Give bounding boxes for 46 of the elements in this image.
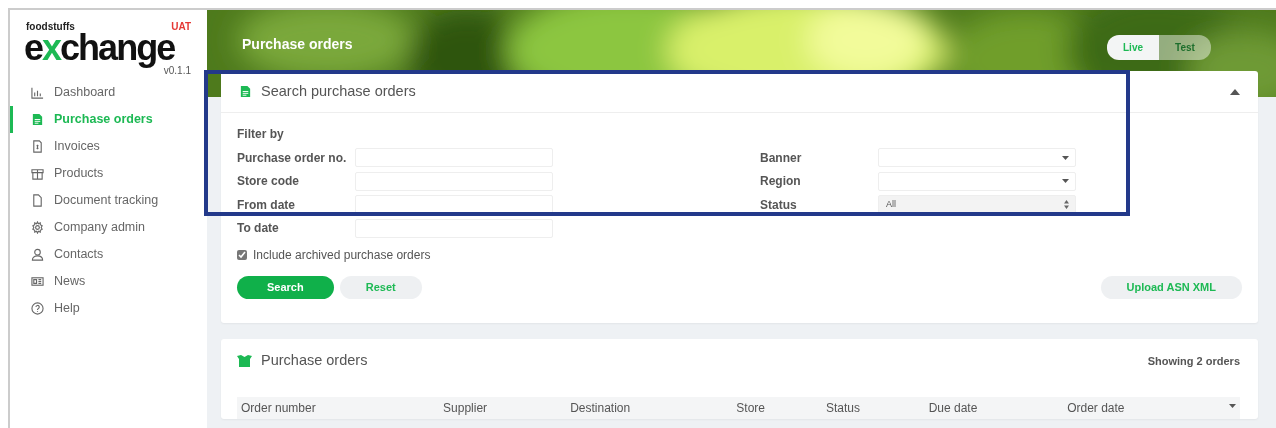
- filter-heading: Filter by: [237, 127, 285, 141]
- field-label: From date: [237, 197, 296, 212]
- field-label: Region: [760, 174, 802, 189]
- person-icon: [31, 248, 44, 261]
- version-label: v0.1.1: [162, 65, 191, 76]
- help-icon: [31, 302, 44, 315]
- field-label: Purchase order no.: [237, 150, 348, 165]
- column-header[interactable]: Supplier: [439, 397, 567, 419]
- environment-label: UAT: [171, 22, 191, 32]
- field-label: Banner: [760, 150, 803, 165]
- panel-title: Purchase orders: [261, 351, 368, 371]
- field-label: Status: [760, 197, 798, 212]
- column-header[interactable]: Order date: [1063, 397, 1240, 419]
- column-header[interactable]: Destination: [566, 397, 733, 419]
- newspaper-icon: [31, 275, 44, 288]
- field-label: To date: [237, 221, 280, 236]
- page-icon: [31, 194, 44, 207]
- sidebar-item[interactable]: Company admin: [10, 214, 207, 241]
- caret-icon: [1229, 404, 1236, 408]
- sidebar-item[interactable]: Help: [10, 295, 207, 322]
- sidebar-item[interactable]: Invoices: [10, 133, 207, 160]
- sidebar-item[interactable]: News: [10, 268, 207, 295]
- column-header[interactable]: Due date: [924, 397, 1064, 419]
- sidebar-item[interactable]: Contacts: [10, 241, 207, 268]
- sidebar-item[interactable]: Products: [10, 160, 207, 187]
- column-header[interactable]: Store: [732, 397, 822, 419]
- panel-title: Search purchase orders: [261, 81, 416, 101]
- document-icon: [239, 84, 252, 99]
- bar-chart-icon: [31, 86, 44, 99]
- checkbox[interactable]: [237, 250, 247, 260]
- checkbox-label[interactable]: Include archived purchase orders: [237, 246, 1242, 264]
- page-title: Purchase orders: [242, 35, 353, 54]
- column-header[interactable]: Order number: [237, 397, 440, 419]
- spinner-arrows-icon: [1064, 200, 1069, 210]
- sidebar-item[interactable]: Dashboard: [10, 79, 207, 106]
- field-label: Store code: [237, 174, 300, 189]
- dropdown-field[interactable]: [878, 148, 1076, 168]
- dropdown-field[interactable]: [878, 171, 1076, 191]
- column-header[interactable]: Status: [821, 397, 925, 419]
- brand-tagline: foodstuffs: [26, 22, 75, 32]
- gear-icon: [31, 221, 44, 234]
- order-count: Showing 2 orders: [1147, 353, 1240, 369]
- caret-icon: [1062, 179, 1069, 184]
- caret-icon: [1062, 155, 1069, 160]
- sidebar-item[interactable]: Document tracking: [10, 187, 207, 214]
- document-icon: [31, 113, 44, 126]
